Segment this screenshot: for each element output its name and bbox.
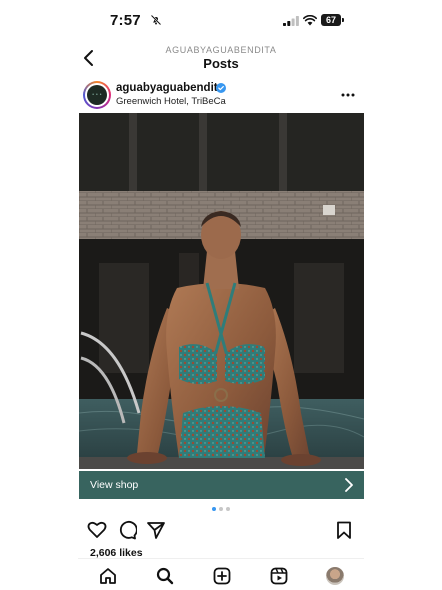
header: AGUABYAGUABENDITA Posts: [0, 40, 442, 76]
chevron-right-icon: [345, 478, 353, 492]
status-bar: 7:57 67: [0, 0, 442, 40]
username[interactable]: aguabyaguabendita: [116, 82, 224, 94]
carousel-dot: [226, 507, 230, 511]
signal-icon: [283, 16, 299, 26]
view-shop-button[interactable]: View shop: [79, 471, 364, 499]
status-time: 7:57: [110, 12, 141, 29]
page-title: Posts: [203, 56, 239, 71]
brand-logo: • • •: [87, 85, 107, 105]
account-name: AGUABYAGUABENDITA: [165, 45, 277, 55]
carousel-indicator: [208, 507, 238, 513]
bottom-nav: [78, 558, 364, 590]
home-icon[interactable]: [99, 567, 117, 585]
story-ring[interactable]: • • •: [83, 81, 111, 109]
comment-icon[interactable]: [117, 520, 137, 540]
profile-avatar[interactable]: [326, 567, 344, 585]
more-horizontal-icon[interactable]: [340, 88, 356, 102]
search-icon[interactable]: [156, 567, 174, 585]
create-icon[interactable]: [213, 567, 231, 585]
bookmark-icon[interactable]: [334, 520, 354, 540]
avatar: • • •: [85, 83, 109, 107]
location-link[interactable]: Greenwich Hotel, TriBeCa: [116, 96, 226, 107]
reels-icon[interactable]: [270, 567, 288, 585]
post-actions: [78, 518, 364, 544]
carousel-dot-active: [212, 507, 216, 511]
wifi-icon: [303, 15, 317, 26]
share-icon[interactable]: [146, 520, 166, 540]
verified-badge-icon: [216, 83, 226, 93]
heart-icon[interactable]: [87, 520, 107, 540]
view-shop-label: View shop: [90, 479, 139, 491]
carousel-dot: [219, 507, 223, 511]
post-header: • • • aguabyaguabendita Greenwich Hotel,…: [78, 78, 364, 112]
bell-slash-icon: [150, 14, 162, 26]
post-image[interactable]: [79, 113, 364, 498]
battery-icon: 67: [321, 14, 344, 26]
